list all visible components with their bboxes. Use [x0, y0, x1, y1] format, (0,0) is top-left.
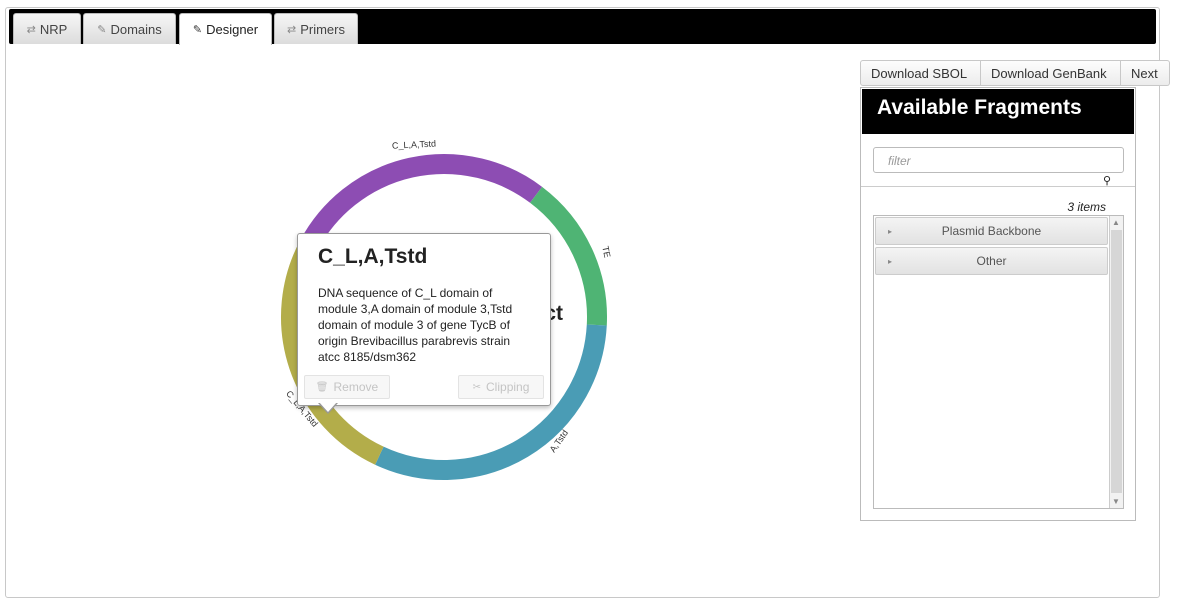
trash-icon: 🗑 — [315, 381, 329, 393]
clipping-label: Clipping — [486, 380, 530, 394]
popover-pointer — [318, 402, 338, 414]
scissors-icon: ✂ — [472, 381, 482, 393]
remove-button[interactable]: 🗑 Remove — [304, 375, 390, 399]
clipping-button[interactable]: ✂ Clipping — [458, 375, 544, 399]
fragment-popover: C_L,A,Tstd DNA sequence of C_L domain of… — [297, 233, 551, 406]
segment-label: TE — [600, 245, 612, 258]
segment-label: C_L,A,Tstd — [392, 138, 436, 150]
popover-description: DNA sequence of C_L domain of module 3,A… — [318, 286, 513, 364]
plasmid-map: ct C_L,A,Tstd TE A,Tstd C_L,A,Tstd — [281, 138, 612, 480]
popover-title: C_L,A,Tstd — [318, 245, 428, 268]
remove-label: Remove — [333, 380, 379, 394]
